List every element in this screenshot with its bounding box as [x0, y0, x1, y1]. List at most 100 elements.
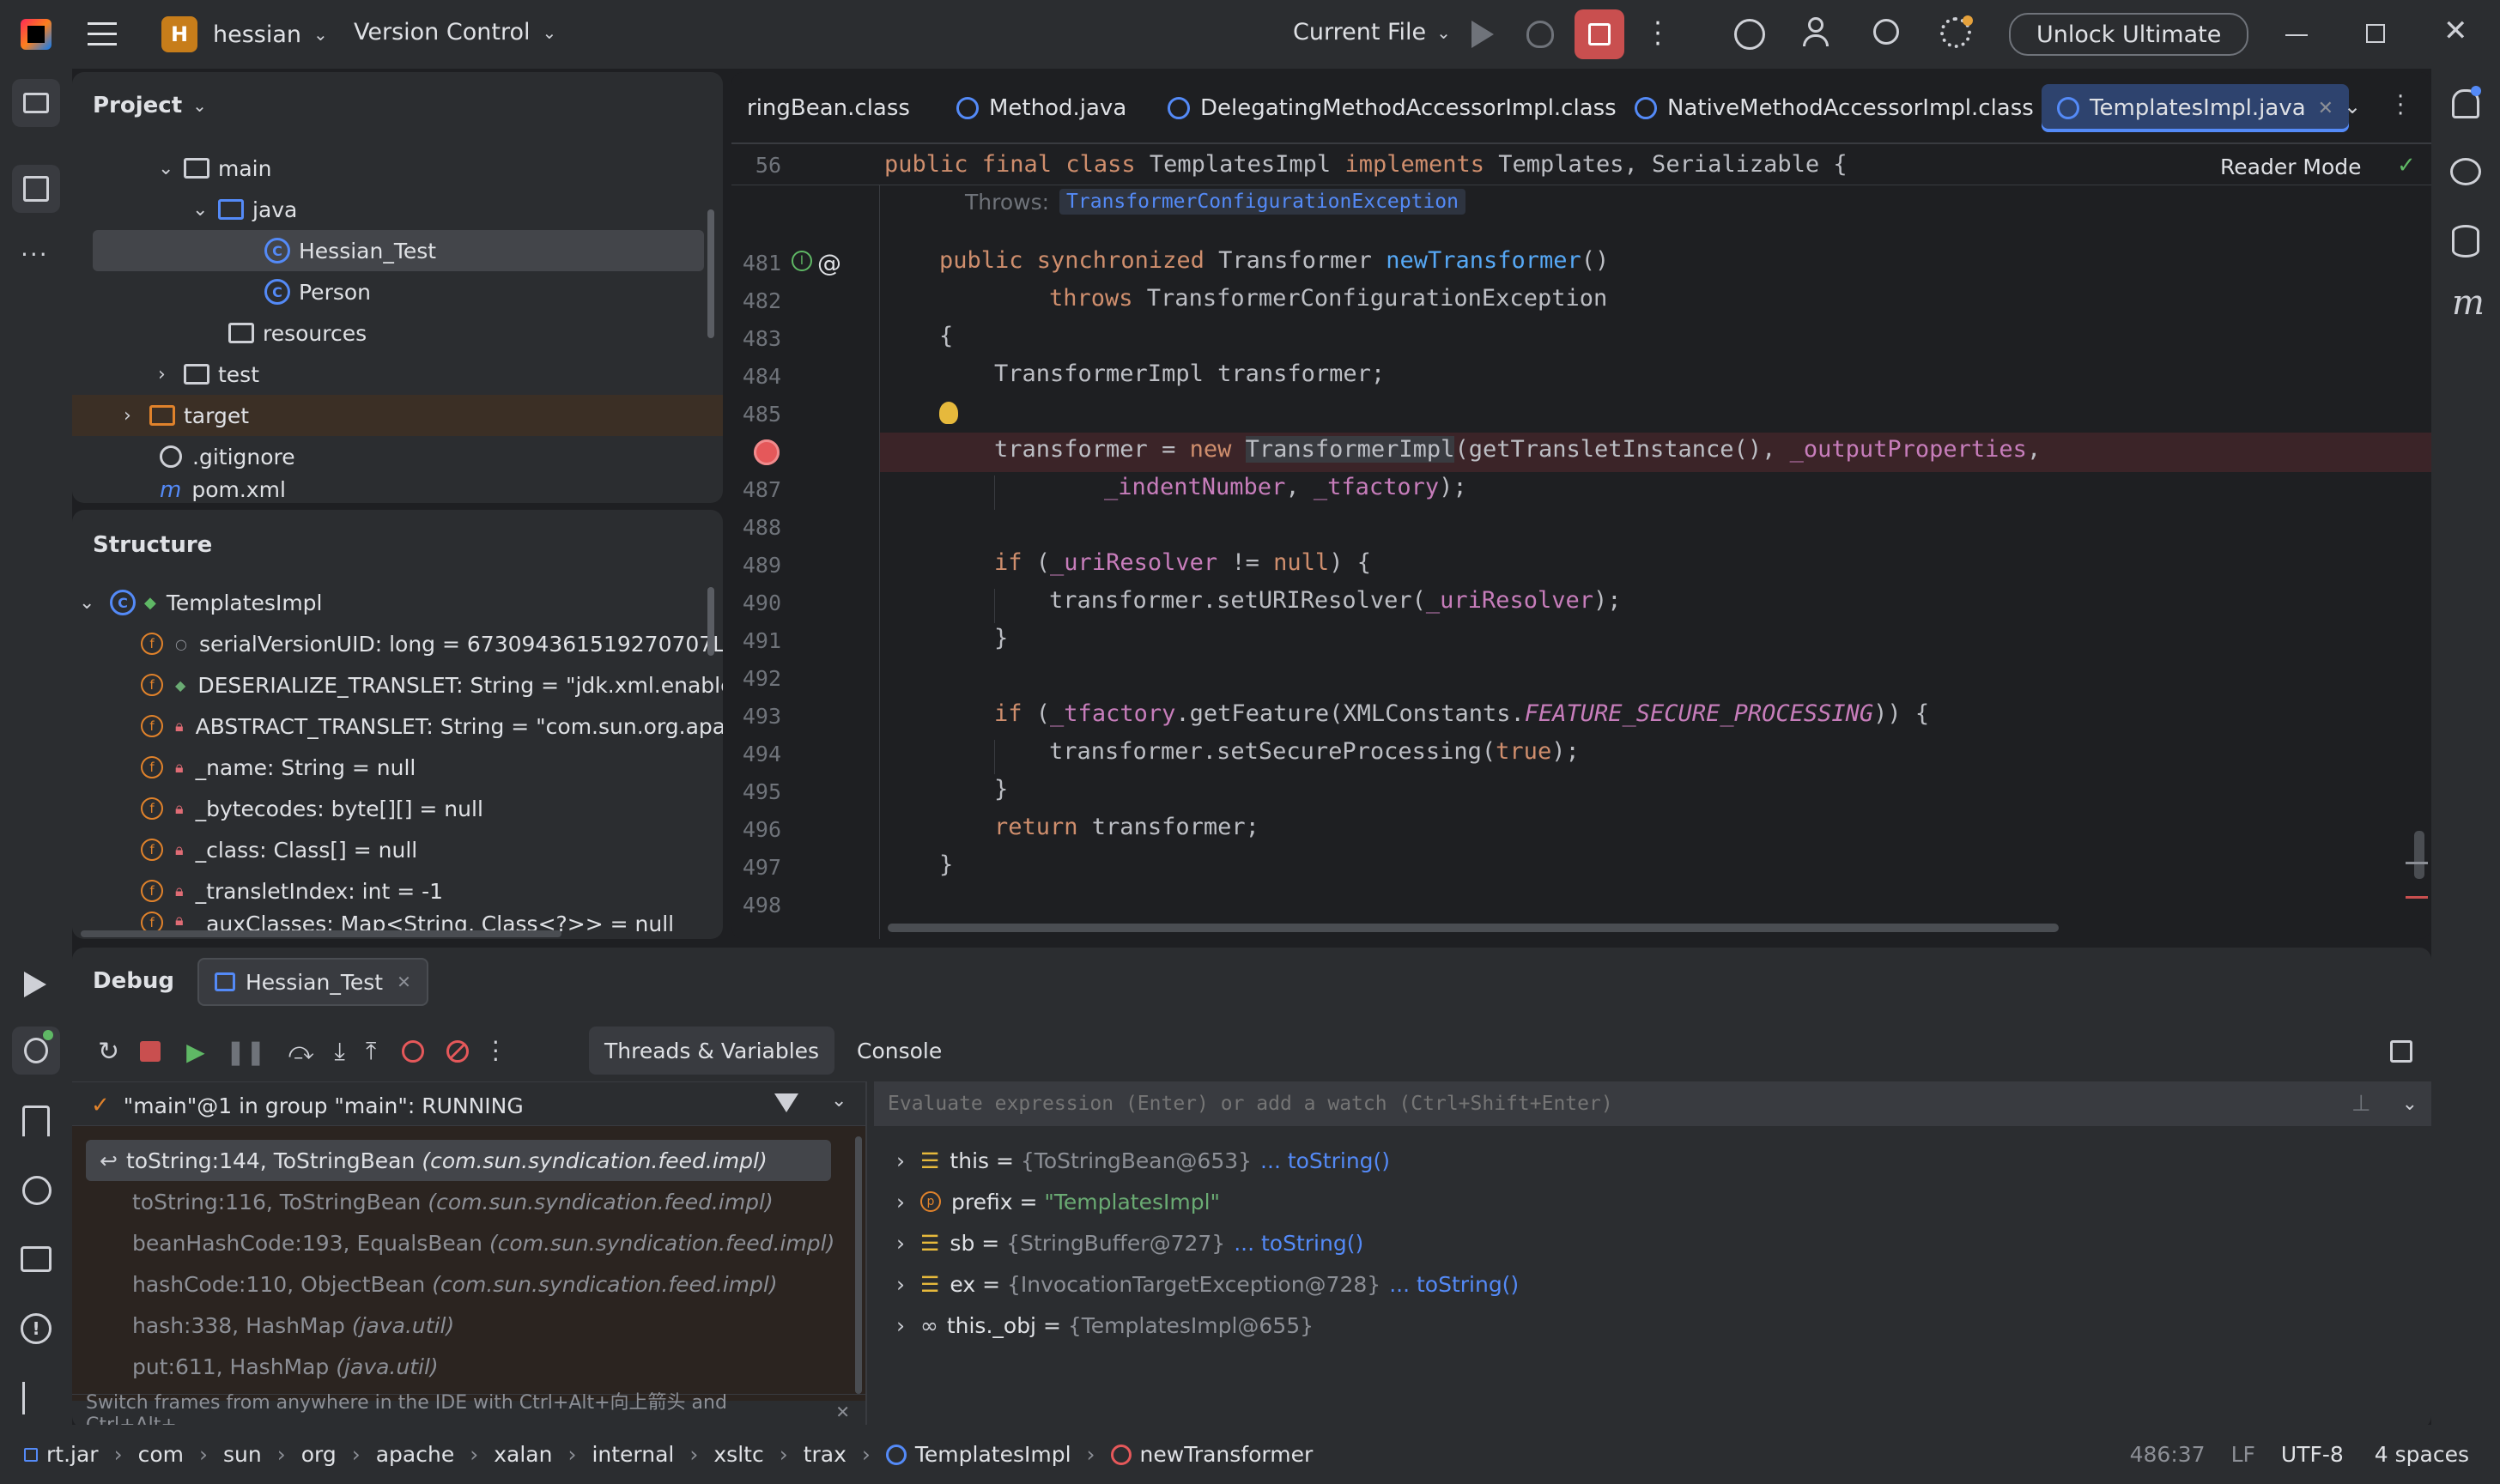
structure-item[interactable]: f 🔒︎ _class: Class[] = null	[141, 829, 417, 870]
breadcrumb-item[interactable]: trax	[804, 1442, 846, 1467]
variable-sb[interactable]: › ☰ sb = {StringBuffer@727} ... toString()	[896, 1222, 1363, 1263]
editor-vscrollbar[interactable]	[2414, 831, 2424, 879]
rerun-icon[interactable]: ↻	[98, 1037, 119, 1067]
code-line-486[interactable]: transformer = new TransformerImpl(getTra…	[994, 436, 2041, 463]
breakpoint-icon[interactable]	[754, 439, 780, 465]
chevron-down-icon[interactable]: ⌄	[2402, 1093, 2418, 1115]
structure-item[interactable]: f 🔒︎ ABSTRACT_TRANSLET: String = "com.sun.…	[141, 706, 723, 747]
tab-threads-variables[interactable]: Threads & Variables	[589, 1027, 835, 1075]
code-line-483[interactable]: {	[939, 323, 953, 349]
reader-mode-button[interactable]: Reader Mode	[2220, 154, 2362, 179]
code-line-490[interactable]: transformer.setURIResolver(_uriResolver)…	[1049, 587, 1622, 614]
frame-item[interactable]: beanHashCode:193, EqualsBean (com.sun.syn…	[132, 1222, 834, 1263]
breadcrumb-item[interactable]: sun	[223, 1442, 262, 1467]
code-line-489[interactable]: if (_uriResolver != null) {	[994, 549, 1371, 576]
tree-item-person[interactable]: C Person	[264, 271, 371, 312]
variable-prefix[interactable]: › p prefix = "TemplatesImpl"	[896, 1181, 1220, 1222]
filter-icon[interactable]	[774, 1093, 798, 1112]
git-tool-icon[interactable]	[22, 1382, 50, 1414]
tab-method-java[interactable]: Method.java	[941, 84, 1142, 132]
ai-chat-icon[interactable]	[2450, 158, 2481, 185]
variable-link[interactable]: ... toString()	[1260, 1148, 1390, 1173]
frames-scrollbar[interactable]	[855, 1136, 862, 1394]
variable-this[interactable]: › ☰ this = {ToStringBean@653} ... toString(…	[896, 1140, 1390, 1181]
stop-icon[interactable]	[140, 1041, 161, 1062]
structure-item[interactable]: f 🔒︎ _bytecodes: byte[][] = null	[141, 788, 483, 829]
search-icon[interactable]	[1873, 19, 1899, 45]
evaluate-field[interactable]: ⊥ ⌄	[874, 1081, 2431, 1126]
structure-item[interactable]: f 🔒︎ _transletIndex: int = -1	[141, 870, 443, 912]
frame-item[interactable]: put:611, HashMap (java.util)	[132, 1346, 439, 1387]
close-tab-icon[interactable]: ✕	[2318, 98, 2333, 119]
code-line-494[interactable]: transformer.setSecureProcessing(true);	[1049, 738, 1580, 765]
tree-item-test[interactable]: › test	[158, 354, 259, 395]
throws-link[interactable]: TransformerConfigurationException	[1059, 189, 1466, 215]
layout-icon[interactable]	[2390, 1040, 2412, 1063]
close-tab-icon[interactable]: ✕	[397, 972, 411, 992]
breadcrumb-item[interactable]: internal	[592, 1442, 674, 1467]
code-line-484[interactable]: TransformerImpl transformer;	[994, 360, 1385, 387]
pause-icon[interactable]: ❚❚	[226, 1038, 266, 1066]
problems-tool-icon[interactable]: !	[21, 1313, 52, 1344]
split-divider[interactable]	[865, 1081, 867, 1428]
unlock-ultimate-button[interactable]: Unlock Ultimate	[2009, 13, 2249, 56]
caret-position[interactable]: 486:37	[2130, 1442, 2206, 1467]
tree-item-target[interactable]: › target	[72, 395, 723, 436]
frame-item[interactable]: hashCode:110, ObjectBean (com.sun.syndica…	[132, 1263, 778, 1305]
code-line-482[interactable]: throws TransformerConfigurationException	[1049, 285, 1607, 312]
step-out-icon[interactable]: ⤒	[366, 1037, 376, 1066]
variable-this-obj[interactable]: › ∞ this._obj = {TemplatesImpl@655}	[896, 1305, 1314, 1346]
close-icon[interactable]: ✕	[2443, 14, 2468, 48]
frame-item[interactable]: ↩ toString:144, ToStringBean (com.sun.synd…	[86, 1140, 831, 1181]
run-config-selector[interactable]: Current File ⌄	[1293, 19, 1451, 45]
debug-icon[interactable]	[1526, 21, 1554, 48]
annotation-marker-icon[interactable]: @	[817, 249, 841, 277]
close-hint-icon[interactable]: ✕	[835, 1402, 850, 1422]
maven-icon[interactable]: m	[2452, 283, 2485, 323]
breadcrumb-item[interactable]: newTransformer	[1140, 1442, 1314, 1467]
run-icon[interactable]	[1471, 21, 1494, 48]
project-selector[interactable]: H hessian ⌄	[161, 16, 328, 52]
editor-hscrollbar[interactable]	[888, 924, 2059, 932]
add-user-icon[interactable]	[1803, 17, 1836, 50]
minimize-icon[interactable]	[2285, 34, 2308, 36]
breadcrumb-item[interactable]: apache	[376, 1442, 454, 1467]
app-logo-icon[interactable]	[21, 19, 52, 50]
tree-item-resources[interactable]: resources	[228, 312, 367, 354]
code-line-496[interactable]: return transformer;	[994, 814, 1259, 840]
breadcrumb-item[interactable]: rt.jar	[46, 1442, 99, 1467]
chevron-down-icon[interactable]: ⌄	[831, 1090, 846, 1111]
project-tool-icon[interactable]	[12, 79, 60, 127]
tree-item-java[interactable]: ⌄ java	[192, 189, 297, 230]
mute-breakpoints-icon[interactable]	[446, 1040, 470, 1063]
ai-assistant-icon[interactable]	[1734, 19, 1765, 50]
tabs-dropdown-icon[interactable]: ⌄	[2344, 94, 2361, 118]
file-encoding[interactable]: UTF-8	[2281, 1442, 2344, 1467]
tree-item-hessian-test[interactable]: C Hessian_Test	[93, 230, 704, 271]
add-watch-icon[interactable]: ⊥	[2351, 1091, 2371, 1117]
frame-item[interactable]: toString:116, ToStringBean (com.sun.syndi…	[132, 1181, 774, 1222]
tab-delegating[interactable]: DelegatingMethodAccessorImpl.class	[1152, 84, 1632, 132]
frame-item[interactable]: hash:338, HashMap (java.util)	[132, 1305, 454, 1346]
implements-marker-icon[interactable]: I	[792, 251, 812, 271]
indent-setting[interactable]: 4 spaces	[2375, 1442, 2469, 1467]
thread-selector[interactable]: ✓ "main"@1 in group "main": RUNNING	[91, 1088, 524, 1123]
structure-hscrollbar[interactable]	[81, 930, 561, 937]
step-over-icon[interactable]: ⤼	[288, 1037, 314, 1066]
build-tool-icon[interactable]	[22, 1105, 50, 1136]
breadcrumb-item[interactable]: TemplatesImpl	[915, 1442, 1071, 1467]
more-tools-icon[interactable]: ···	[21, 240, 49, 269]
services-tool-icon[interactable]	[22, 1176, 52, 1205]
vcs-selector[interactable]: Version Control ⌄	[354, 19, 556, 45]
breadcrumb-item[interactable]: xalan	[494, 1442, 552, 1467]
tab-console[interactable]: Console	[843, 1027, 956, 1075]
structure-scrollbar[interactable]	[707, 587, 714, 656]
tree-item-pom[interactable]: m pom.xml	[160, 477, 286, 503]
project-panel-header[interactable]: Project ⌄	[93, 93, 207, 118]
code-line-495[interactable]: }	[994, 776, 1008, 803]
main-menu-icon[interactable]	[88, 22, 117, 46]
tab-native[interactable]: NativeMethodAccessorImpl.class	[1619, 84, 2049, 132]
maximize-icon[interactable]	[2366, 24, 2385, 43]
project-scrollbar[interactable]	[707, 209, 714, 338]
structure-tool-icon[interactable]	[12, 165, 60, 213]
